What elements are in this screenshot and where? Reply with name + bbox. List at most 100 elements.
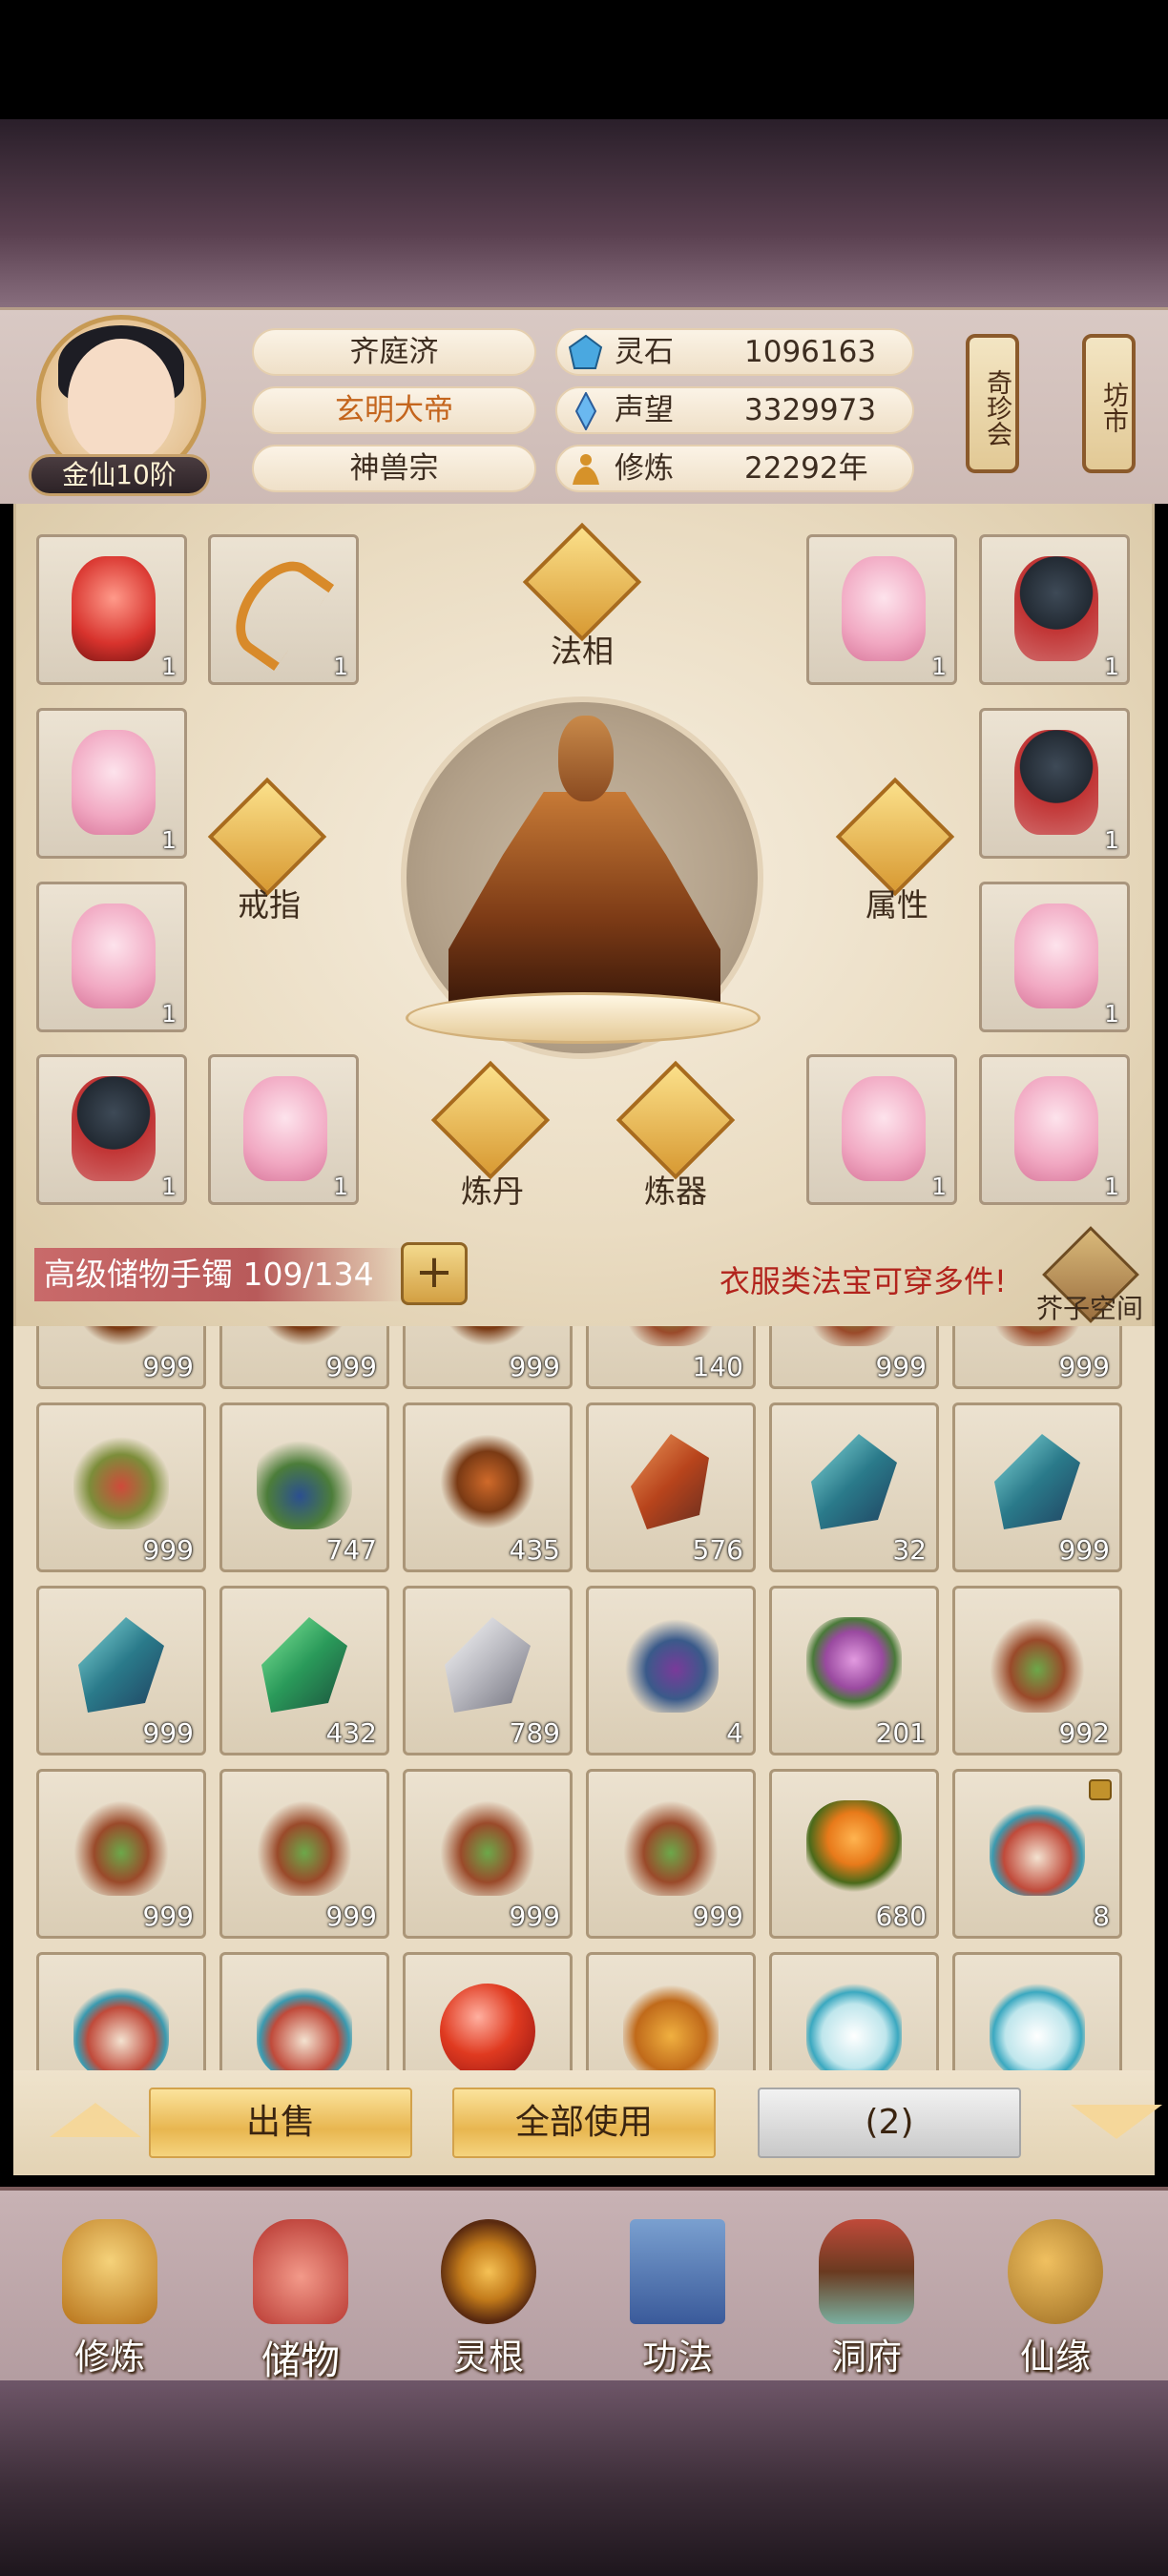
- spirit-stone-icon: [568, 334, 603, 369]
- cultivate-icon: [62, 2219, 157, 2324]
- scroll-up-arrow-icon[interactable]: [50, 2103, 141, 2137]
- inventory-item[interactable]: 999: [769, 1326, 939, 1389]
- equip-slot[interactable]: 1: [979, 534, 1130, 685]
- expand-bag-button[interactable]: +: [401, 1242, 468, 1305]
- nav-technique[interactable]: 功法: [592, 2210, 763, 2381]
- equip-slot[interactable]: 1: [979, 708, 1130, 859]
- inventory-item[interactable]: 8: [952, 1769, 1122, 1939]
- inventory-item[interactable]: [36, 1952, 206, 2070]
- inventory-item[interactable]: 789: [403, 1586, 573, 1755]
- inventory-item[interactable]: 435: [403, 1402, 573, 1572]
- slot-count: 1: [333, 1173, 348, 1200]
- item-count: 999: [325, 1351, 377, 1382]
- item-count: 432: [325, 1717, 377, 1749]
- greystone-icon: [445, 1617, 531, 1713]
- inventory-item[interactable]: 992: [952, 1586, 1122, 1755]
- market-button[interactable]: 坊市: [1082, 334, 1136, 473]
- prestige-icon: [574, 392, 597, 430]
- selected-count-button[interactable]: (2): [758, 2088, 1021, 2158]
- equip-slot[interactable]: 1: [806, 1054, 957, 1205]
- equip-slot[interactable]: 1: [979, 882, 1130, 1032]
- berry-icon: [623, 1617, 719, 1713]
- equip-slot[interactable]: 1: [208, 534, 359, 685]
- inventory-item[interactable]: 747: [219, 1402, 389, 1572]
- inventory-grid[interactable]: 999 999 999 140 999 999 999 747 435 576 32 999 999 43…: [13, 1326, 1155, 2070]
- redstone-icon: [631, 1434, 709, 1529]
- inventory-item[interactable]: [586, 1952, 756, 2070]
- inventory-item[interactable]: 999: [36, 1769, 206, 1939]
- inventory-item[interactable]: 999: [219, 1326, 389, 1389]
- equip-slot[interactable]: 1: [36, 882, 187, 1032]
- slot-count: 1: [161, 826, 177, 854]
- sell-button[interactable]: 出售: [149, 2088, 412, 2158]
- scroll-down-arrow-icon[interactable]: [1071, 2105, 1162, 2139]
- inventory-item[interactable]: 576: [586, 1402, 756, 1572]
- root-icon: [440, 1434, 535, 1529]
- inventory-item[interactable]: 999: [403, 1769, 573, 1939]
- nav-label: 灵根: [453, 2337, 524, 2378]
- inventory-item[interactable]: 201: [769, 1586, 939, 1755]
- pink-robe-icon: [842, 556, 926, 661]
- inventory-item[interactable]: 32: [769, 1402, 939, 1572]
- pink-robe-icon: [842, 1076, 926, 1181]
- inventory-item[interactable]: 999: [36, 1586, 206, 1755]
- equip-slot[interactable]: 1: [36, 708, 187, 859]
- item-count: 992: [1058, 1717, 1110, 1749]
- bag-capacity[interactable]: 高级储物手镯 109/134: [34, 1248, 405, 1301]
- item-count: 999: [1058, 1351, 1110, 1382]
- bottom-nav: 修炼 储物 灵根 功法 洞府 仙缘: [0, 2187, 1168, 2387]
- pink-robe-icon: [1014, 1076, 1098, 1181]
- nav-cultivate[interactable]: 修炼: [24, 2210, 196, 2381]
- attribute-label: 属性: [866, 886, 928, 924]
- inventory-item[interactable]: 999: [586, 1769, 756, 1939]
- equip-slot[interactable]: 1: [208, 1054, 359, 1205]
- resource-value: 1096163: [744, 335, 877, 369]
- slot-count: 1: [161, 1173, 177, 1200]
- treasure-fair-button[interactable]: 奇珍会: [966, 334, 1019, 473]
- resource-cultivation: 修炼 22292年: [555, 445, 914, 492]
- resource-spirit-stone: 灵石 1096163: [555, 328, 914, 376]
- item-count: 999: [509, 1901, 560, 1932]
- equip-slot[interactable]: 1: [979, 1054, 1130, 1205]
- character-silhouette-head: [558, 716, 614, 801]
- avatar-face: [68, 339, 175, 463]
- use-all-button[interactable]: 全部使用: [452, 2088, 716, 2158]
- nav-spirit-root[interactable]: 灵根: [403, 2210, 574, 2381]
- root-icon: [73, 1326, 169, 1346]
- inventory-item[interactable]: 432: [219, 1586, 389, 1755]
- item-count: 999: [875, 1351, 927, 1382]
- item-count: 999: [142, 1717, 194, 1749]
- inventory-item[interactable]: 999: [403, 1326, 573, 1389]
- resource-value: 3329973: [744, 393, 877, 427]
- twig-icon: [257, 1800, 352, 1896]
- vase-icon: [990, 1984, 1085, 2070]
- inventory-item[interactable]: [403, 1952, 573, 2070]
- slot-count: 1: [1104, 826, 1119, 854]
- inventory-item[interactable]: 999: [219, 1769, 389, 1939]
- top-decoration: [0, 119, 1168, 310]
- inventory-item[interactable]: 999: [36, 1402, 206, 1572]
- jiezi-space-label[interactable]: 芥子空间: [1036, 1288, 1143, 1326]
- equip-slot[interactable]: 1: [806, 534, 957, 685]
- nav-immortal-fate[interactable]: 仙缘: [970, 2210, 1141, 2381]
- equip-slot[interactable]: 1: [36, 534, 187, 685]
- inventory-item[interactable]: 680: [769, 1769, 939, 1939]
- equip-slot[interactable]: 1: [36, 1054, 187, 1205]
- twig-icon: [990, 1326, 1085, 1346]
- inventory-item[interactable]: [219, 1952, 389, 2070]
- inventory-item[interactable]: [952, 1952, 1122, 2070]
- root-icon: [440, 1326, 535, 1346]
- nav-cave[interactable]: 洞府: [781, 2210, 952, 2381]
- inventory-item[interactable]: 999: [952, 1326, 1122, 1389]
- item-count: 999: [142, 1534, 194, 1566]
- gourd-icon: [73, 1984, 169, 2070]
- gourd-icon: [257, 1984, 352, 2070]
- inventory-item[interactable]: 140: [586, 1326, 756, 1389]
- nav-storage[interactable]: 储物: [215, 2210, 386, 2383]
- inventory-item[interactable]: 999: [952, 1402, 1122, 1572]
- inventory-item[interactable]: 4: [586, 1586, 756, 1755]
- inventory-item[interactable]: [769, 1952, 939, 2070]
- player-sect: 神兽宗: [252, 445, 536, 492]
- twig-icon: [990, 1617, 1085, 1713]
- inventory-item[interactable]: 999: [36, 1326, 206, 1389]
